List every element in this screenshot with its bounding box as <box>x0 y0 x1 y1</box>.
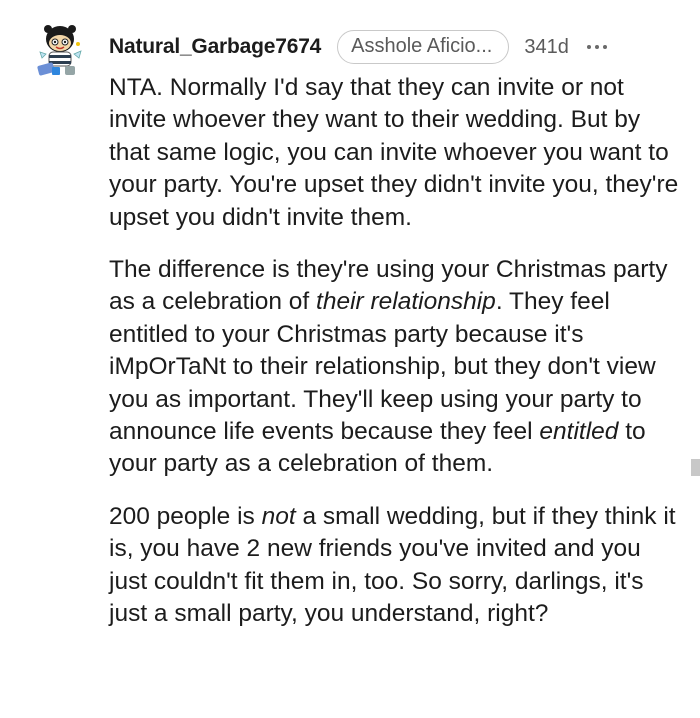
comment-paragraph: NTA. Normally I'd say that they can invi… <box>109 72 684 234</box>
comment-paragraph: The difference is they're using your Chr… <box>109 254 684 481</box>
comment-age: 341d <box>524 35 569 58</box>
emphasized-text: not <box>261 502 296 530</box>
comment-header: Natural_Garbage7674 Asshole Aficio... 34… <box>109 30 607 64</box>
user-avatar-icon[interactable] <box>34 22 86 78</box>
comment: Natural_Garbage7674 Asshole Aficio... 34… <box>0 0 700 718</box>
emphasized-text: entitled <box>539 418 619 446</box>
paragraph-text: NTA. Normally I'd say that they can invi… <box>109 74 679 231</box>
username-link[interactable]: Natural_Garbage7674 <box>109 35 321 59</box>
more-dot <box>594 45 599 49</box>
more-dot <box>586 45 591 49</box>
more-dot <box>602 45 607 49</box>
comment-body: NTA. Normally I'd say that they can invi… <box>109 72 684 631</box>
paragraph-text: 200 people is <box>109 502 262 530</box>
comment-paragraph: 200 people is not a small wedding, but i… <box>109 501 684 631</box>
user-flair-badge[interactable]: Asshole Aficio... <box>337 30 510 64</box>
scrollbar-thumb[interactable] <box>691 459 700 476</box>
emphasized-text: their relationship <box>316 288 496 316</box>
more-options-icon[interactable] <box>586 45 607 49</box>
